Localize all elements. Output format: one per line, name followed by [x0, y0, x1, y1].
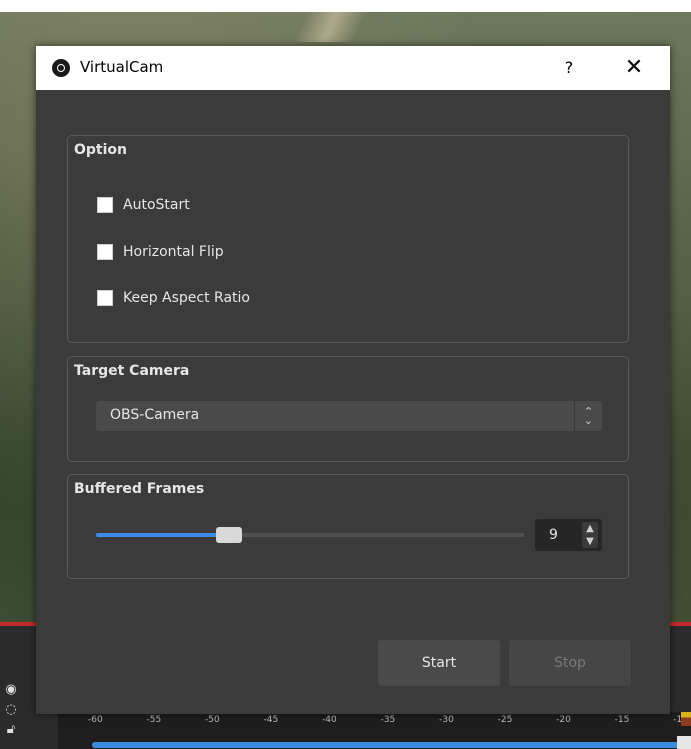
- eye-icon[interactable]: ◉: [3, 682, 19, 698]
- meter-ticks: -60-55-50-45-40-35-30-25-20-15-10: [88, 715, 688, 729]
- keep-aspect-ratio-checkbox-row[interactable]: Keep Aspect Ratio: [97, 289, 250, 307]
- meter-tick-label: -20: [556, 715, 571, 725]
- meter-tick-label: -15: [614, 715, 630, 725]
- help-button[interactable]: ?: [556, 54, 582, 82]
- slider-fill: [96, 533, 229, 537]
- option-group: Option AutoStart Horizontal Flip Keep As…: [67, 135, 629, 343]
- lock-icon[interactable]: 🔓︎: [3, 722, 19, 738]
- start-button[interactable]: Start: [378, 640, 500, 686]
- close-button[interactable]: ✕: [619, 52, 649, 84]
- autostart-checkbox-row[interactable]: AutoStart: [97, 196, 190, 214]
- buffered-frames-spinbox[interactable]: 9 ▲ ▼: [535, 519, 602, 551]
- meter-peak: [681, 712, 691, 726]
- option-group-title: Option: [74, 142, 127, 158]
- title-bar: VirtualCam ? ✕: [36, 46, 670, 90]
- eye-icon[interactable]: ◌: [3, 702, 19, 718]
- slider-handle[interactable]: [215, 527, 242, 543]
- target-camera-value: OBS-Camera: [110, 407, 200, 423]
- target-camera-select[interactable]: OBS-Camera ⌃ ⌄: [96, 401, 602, 431]
- target-camera-title: Target Camera: [74, 363, 190, 379]
- virtualcam-dialog: VirtualCam ? ✕ Option AutoStart Horizont…: [36, 46, 670, 714]
- horizontal-flip-checkbox-row[interactable]: Horizontal Flip: [97, 243, 224, 261]
- stop-button[interactable]: Stop: [509, 640, 631, 686]
- autostart-label: AutoStart: [123, 197, 190, 213]
- buffered-frames-value: 9: [549, 527, 558, 543]
- meter-tick-label: -25: [497, 715, 513, 725]
- meter-tick-label: -30: [439, 715, 454, 725]
- audio-meter: -60-55-50-45-40-35-30-25-20-15-10: [58, 712, 691, 749]
- buffered-frames-group: Buffered Frames 9 ▲ ▼: [67, 474, 629, 579]
- meter-volume-handle[interactable]: [677, 736, 691, 749]
- chevron-up-icon[interactable]: ▲: [582, 522, 598, 535]
- dock-icons: ◉ ◌ 🔓︎: [0, 678, 30, 749]
- keep-aspect-ratio-checkbox[interactable]: [97, 290, 113, 306]
- horizontal-flip-checkbox[interactable]: [97, 244, 113, 260]
- meter-volume-bar: [92, 742, 682, 748]
- autostart-checkbox[interactable]: [97, 197, 113, 213]
- chevron-down-icon[interactable]: ▼: [582, 535, 598, 548]
- meter-tick-label: -50: [205, 715, 220, 725]
- desktop-top-band: [0, 0, 691, 12]
- meter-tick-label: -40: [322, 715, 337, 725]
- updown-chevron-icon: ⌃ ⌄: [574, 401, 602, 431]
- window-title: VirtualCam: [80, 58, 164, 76]
- meter-tick-label: -45: [263, 715, 279, 725]
- meter-tick-label: -60: [88, 715, 103, 725]
- target-camera-group: Target Camera OBS-Camera ⌃ ⌄: [67, 356, 629, 462]
- meter-tick-label: -55: [146, 715, 162, 725]
- obs-logo-icon: [52, 59, 70, 77]
- meter-tick-label: -35: [380, 715, 396, 725]
- buffered-frames-title: Buffered Frames: [74, 481, 205, 497]
- horizontal-flip-label: Horizontal Flip: [123, 244, 224, 260]
- keep-aspect-ratio-label: Keep Aspect Ratio: [123, 290, 250, 306]
- buffered-frames-slider[interactable]: [96, 527, 524, 543]
